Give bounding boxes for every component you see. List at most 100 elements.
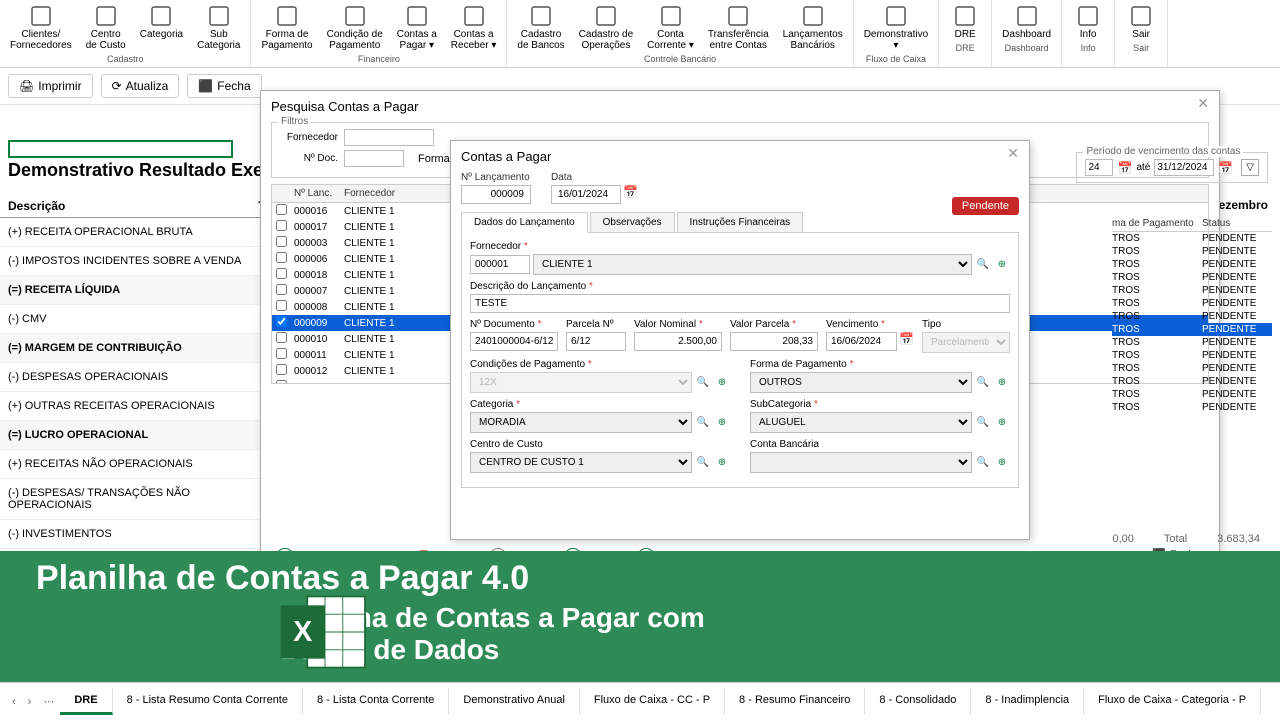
tab-instr[interactable]: Instruções Financeiras	[677, 212, 804, 233]
vencimento-input[interactable]	[826, 332, 897, 351]
list-row[interactable]: TROSPENDENTE	[1112, 245, 1272, 258]
ribbon-item[interactable]: Condição dePagamento	[321, 2, 389, 53]
sheet-tab[interactable]: Fluxo de Caixa - Categoria - P	[1084, 688, 1261, 715]
close-icon[interactable]: ✕	[1001, 143, 1025, 164]
sheet-tab[interactable]: Demonstrativo Anual	[449, 688, 580, 715]
tab-next-icon[interactable]: ›	[22, 692, 38, 712]
sheet-tab[interactable]: 8 - Consolidado	[865, 688, 971, 715]
tab-prev-icon[interactable]: ‹	[6, 692, 22, 712]
filter-icon[interactable]: ▽	[1241, 159, 1259, 176]
search-icon[interactable]: 🔍	[695, 455, 711, 471]
categoria-select[interactable]: MORADIA	[470, 412, 692, 433]
ribbon-item[interactable]: DRE	[943, 2, 987, 42]
ribbon-item[interactable]: Cadastrode Bancos	[511, 2, 570, 53]
tipo-select[interactable]: Parcelamento	[922, 332, 1010, 353]
supplier-input[interactable]	[344, 129, 434, 146]
ribbon-item[interactable]: Contas aReceber ▾	[445, 2, 503, 53]
ribbon-item[interactable]: Contas aPagar ▾	[391, 2, 443, 53]
svg-text:X: X	[293, 616, 312, 648]
list-row[interactable]: TROSPENDENTE	[1112, 258, 1272, 271]
list-row[interactable]: TROSPENDENTE	[1112, 232, 1272, 245]
print-button[interactable]: 🖨Imprimir	[8, 74, 93, 98]
search-icon[interactable]: 🔍	[975, 375, 991, 391]
ribbon-item[interactable]: Demonstrativo▾	[858, 2, 934, 53]
date-input[interactable]	[551, 185, 621, 204]
ribbon-item[interactable]: ContaCorrente ▾	[641, 2, 700, 53]
sheet-tab[interactable]: 8 - Lista Conta Corrente	[303, 688, 449, 715]
list-row[interactable]: TROSPENDENTE	[1112, 297, 1272, 310]
list-row[interactable]: TROSPENDENTE	[1112, 349, 1272, 362]
list-row[interactable]: TROSPENDENTE	[1112, 375, 1272, 388]
forma-select[interactable]: OUTROS	[750, 372, 972, 393]
conta-bancaria-select[interactable]	[750, 452, 972, 473]
add-icon[interactable]: ⊕	[994, 455, 1010, 471]
condicoes-select[interactable]: 12X	[470, 372, 692, 393]
list-row[interactable]: TROSPENDENTE	[1112, 362, 1272, 375]
valor-parcela-input[interactable]	[730, 332, 818, 351]
refresh-button[interactable]: ⟳Atualiza	[101, 74, 180, 98]
add-icon[interactable]: ⊕	[714, 415, 730, 431]
ribbon-item[interactable]: Forma dePagamento	[255, 2, 318, 53]
ribbon-item[interactable]: Categoria	[134, 2, 189, 53]
search-icon[interactable]: 🔍	[975, 257, 991, 273]
list-row[interactable]: TROSPENDENTE	[1112, 323, 1272, 336]
ndoc-input[interactable]	[470, 332, 558, 351]
close-button[interactable]: ⬛Fecha	[187, 74, 261, 98]
tab-dados[interactable]: Dados do Lançamento	[461, 212, 588, 233]
ribbon-item[interactable]: Cadastro deOperações	[573, 2, 639, 53]
doc-input[interactable]	[344, 150, 404, 167]
doc-label: Nº Doc.	[278, 153, 338, 164]
ribbon-item[interactable]: Clientes/Fornecedores	[4, 2, 78, 53]
centro-custo-select[interactable]: CENTRO DE CUSTO 1	[470, 452, 692, 473]
list-row[interactable]: TROSPENDENTE	[1112, 284, 1272, 297]
list-row[interactable]: TROSPENDENTE	[1112, 388, 1272, 401]
nlanc-input[interactable]	[461, 185, 531, 204]
desc-input[interactable]	[470, 294, 1010, 313]
subcategoria-select[interactable]: ALUGUEL	[750, 412, 972, 433]
ribbon-item[interactable]: Sair	[1119, 2, 1163, 42]
tab-obs[interactable]: Observações	[590, 212, 675, 233]
ribbon-item[interactable]: SubCategoria	[191, 2, 246, 53]
add-icon[interactable]: ⊕	[994, 257, 1010, 273]
dre-row: (=) LUCRO OPERACIONAL	[0, 421, 280, 450]
sheet-tab[interactable]: 8 - Resumo Financeiro	[725, 688, 865, 715]
search-icon[interactable]: 🔍	[695, 375, 711, 391]
date-end-input[interactable]	[1154, 159, 1214, 176]
calendar-icon[interactable]: 📅	[899, 332, 914, 351]
selected-cell[interactable]	[8, 140, 233, 158]
list-row[interactable]: TROSPENDENTE	[1112, 401, 1272, 414]
ribbon-item[interactable]: LançamentosBancários	[777, 2, 849, 53]
sheet-tab[interactable]: DRE	[60, 688, 112, 715]
supplier-select[interactable]: CLIENTE 1	[533, 254, 972, 275]
sheet-tab[interactable]: Acordo Fina	[1261, 688, 1274, 715]
add-icon[interactable]: ⊕	[994, 415, 1010, 431]
valor-nominal-input[interactable]	[634, 332, 722, 351]
supplier-code-input[interactable]	[470, 255, 530, 274]
sheet-tab[interactable]: 8 - Lista Resumo Conta Corrente	[113, 688, 303, 715]
tab-more-icon[interactable]: ⋯	[37, 691, 60, 712]
search-icon[interactable]: 🔍	[975, 455, 991, 471]
search-icon[interactable]: 🔍	[695, 415, 711, 431]
refresh-icon: ⟳	[112, 79, 122, 93]
calendar-icon[interactable]: 📅	[1218, 161, 1233, 175]
list-row[interactable]: TROSPENDENTE	[1112, 271, 1272, 284]
list-row[interactable]: TROSPENDENTE	[1112, 310, 1272, 323]
date-start-input[interactable]	[1085, 159, 1113, 176]
ribbon-item[interactable]: Info	[1066, 2, 1110, 42]
search-icon[interactable]: 🔍	[975, 415, 991, 431]
add-icon[interactable]: ⊕	[714, 455, 730, 471]
ribbon-item[interactable]: Centrode Custo	[80, 2, 132, 53]
calendar-icon[interactable]: 📅	[1117, 161, 1132, 175]
ribbon-item[interactable]: Transferênciaentre Contas	[702, 2, 775, 53]
supplier-label: Fornecedor	[470, 241, 521, 252]
add-icon[interactable]: ⊕	[714, 375, 730, 391]
dre-row: (=) MARGEM DE CONTRIBUIÇÃO	[0, 334, 280, 363]
parcela-input[interactable]	[566, 332, 626, 351]
close-icon[interactable]: ✕	[1191, 93, 1215, 114]
sheet-tab[interactable]: 8 - Inadimplencia	[971, 688, 1084, 715]
ribbon-item[interactable]: Dashboard	[996, 2, 1057, 42]
calendar-icon[interactable]: 📅	[623, 185, 638, 204]
list-row[interactable]: TROSPENDENTE	[1112, 336, 1272, 349]
sheet-tab[interactable]: Fluxo de Caixa - CC - P	[580, 688, 725, 715]
add-icon[interactable]: ⊕	[994, 375, 1010, 391]
